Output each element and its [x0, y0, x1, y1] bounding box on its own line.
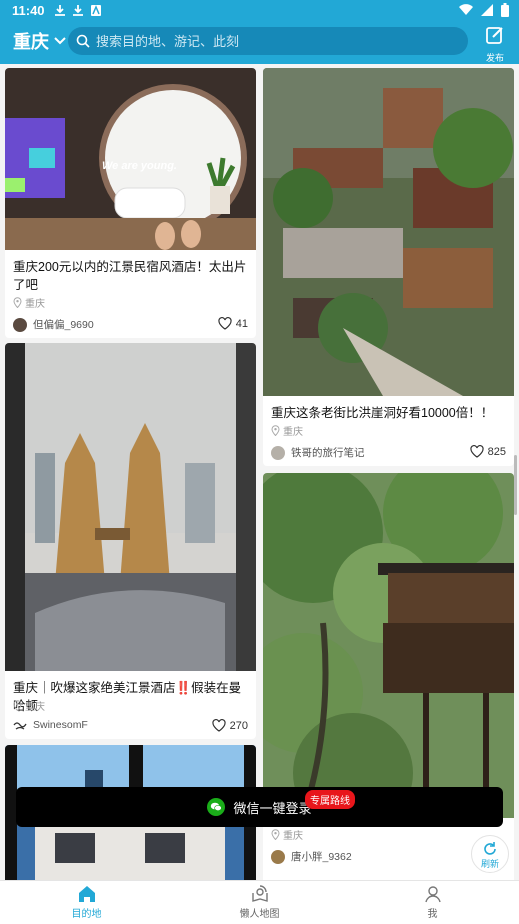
- signal-icon: [481, 4, 493, 16]
- search-icon: [76, 34, 90, 48]
- avatar: [271, 445, 285, 460]
- location-pin-icon: [13, 297, 22, 308]
- edit-icon: [486, 27, 503, 44]
- content-feed[interactable]: We are young. 重庆200元以内的江景民宿风酒店！太出片了吧 重庆 …: [0, 64, 519, 880]
- like-button[interactable]: 825: [470, 445, 506, 458]
- heart-icon: [470, 445, 484, 458]
- card-location: 重庆: [271, 423, 303, 438]
- app-notification-icon: [91, 5, 101, 16]
- location-pin-icon: [271, 829, 280, 840]
- tab-me[interactable]: 我: [346, 881, 519, 924]
- wechat-login-button[interactable]: 微信一键登录: [16, 787, 503, 827]
- card-location: 重庆: [13, 698, 45, 713]
- city-name: 重庆: [13, 32, 49, 52]
- card-author[interactable]: 但偏偏_9690: [13, 317, 94, 332]
- card-author[interactable]: 唐小胖_9362: [271, 849, 352, 864]
- like-button[interactable]: 270: [212, 719, 248, 732]
- refresh-icon: [484, 842, 496, 855]
- search-input[interactable]: [96, 33, 456, 49]
- map-icon: [251, 885, 268, 902]
- card-location: 重庆: [271, 827, 303, 842]
- download-icon: [73, 5, 83, 16]
- home-icon: [78, 886, 95, 902]
- refresh-button[interactable]: 刷新: [471, 835, 509, 873]
- avatar: [13, 317, 27, 332]
- feed-card[interactable]: We are young. 重庆200元以内的江景民宿风酒店！太出片了吧 重庆 …: [5, 68, 256, 338]
- avatar: [13, 722, 27, 730]
- wifi-icon: [459, 4, 473, 16]
- wechat-icon: [207, 798, 226, 816]
- feed-card[interactable]: 重庆这条老街比洪崖洞好看10000倍！！ 重庆 铁哥的旅行笔记 825: [263, 68, 514, 466]
- exclusive-route-badge: 专属路线: [305, 790, 355, 809]
- heart-icon: [218, 317, 232, 330]
- scrollbar[interactable]: [514, 455, 517, 515]
- card-image: [263, 68, 514, 396]
- tab-lazy-map[interactable]: 懒人地图: [173, 881, 346, 924]
- search-bar[interactable]: [68, 27, 468, 55]
- card-image: [5, 343, 256, 671]
- avatar: [271, 849, 285, 864]
- location-pin-icon: [13, 700, 22, 711]
- card-image: [263, 473, 514, 818]
- card-title: 重庆｜吹爆这家绝美江景酒店‼️假装在曼哈顿: [13, 681, 242, 713]
- battery-icon: [501, 3, 509, 17]
- feed-card[interactable]: 重庆｜吹爆这家绝美江景酒店‼️假装在曼哈顿 重庆 SwinesomF 270: [5, 343, 256, 739]
- app-header: 11:40 重庆 发布: [0, 0, 519, 64]
- refresh-label: 刷新: [480, 859, 499, 869]
- status-bar: 11:40: [0, 0, 519, 22]
- tab-destination[interactable]: 目的地: [0, 881, 173, 924]
- download-icon: [55, 5, 65, 16]
- publish-button[interactable]: 发布: [480, 25, 510, 63]
- card-author[interactable]: SwinesomF: [13, 719, 88, 731]
- card-location: 重庆: [13, 295, 45, 310]
- publish-label: 发布: [485, 53, 504, 63]
- card-image: [5, 68, 256, 250]
- image-caption: We are young.: [102, 160, 177, 172]
- city-selector[interactable]: 重庆: [13, 29, 67, 53]
- status-time: 11:40: [12, 3, 45, 18]
- bottom-nav: 目的地 懒人地图 我: [0, 880, 519, 924]
- like-button[interactable]: 41: [218, 317, 248, 330]
- card-author[interactable]: 铁哥的旅行笔记: [271, 445, 365, 460]
- card-title: 重庆这条老街比洪崖洞好看10000倍！！: [271, 406, 494, 420]
- heart-icon: [212, 719, 226, 732]
- wechat-login-label: 微信一键登录: [233, 800, 312, 816]
- user-icon: [424, 886, 441, 903]
- chevron-down-icon: [54, 37, 66, 45]
- location-pin-icon: [271, 425, 280, 436]
- card-title: 重庆200元以内的江景民宿风酒店！太出片了吧: [13, 260, 247, 292]
